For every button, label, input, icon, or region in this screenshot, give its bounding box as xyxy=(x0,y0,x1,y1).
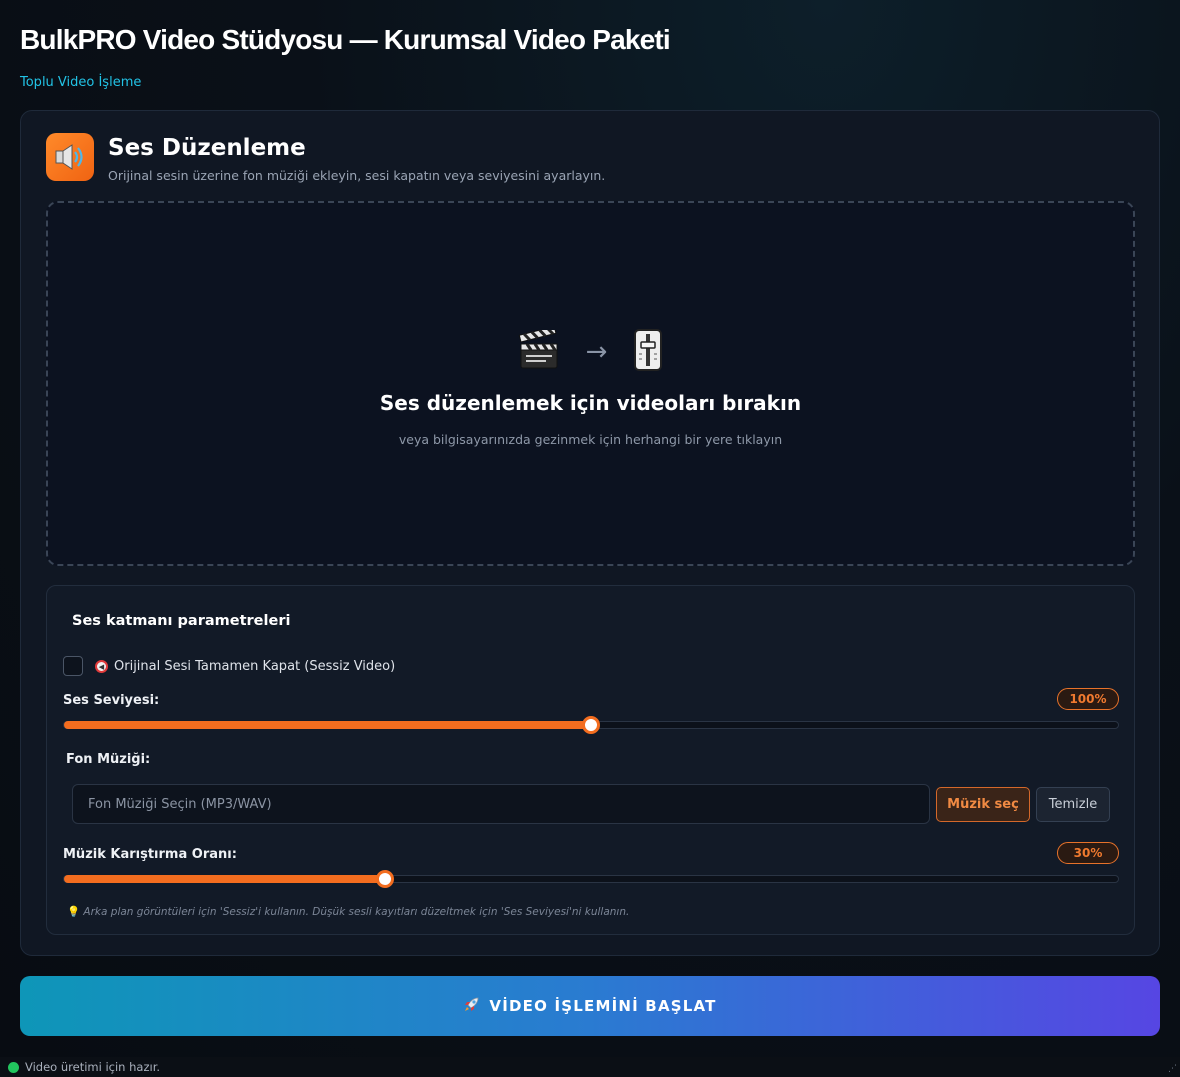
mute-icon: ◀ xyxy=(95,660,108,673)
volume-slider-fill xyxy=(64,721,591,729)
volume-slider[interactable] xyxy=(63,716,1119,734)
params-title: Ses katmanı parametreleri xyxy=(72,613,291,629)
mute-label[interactable]: ◀ Orijinal Sesi Tamamen Kapat (Sessiz Vi… xyxy=(95,659,395,674)
audio-edit-panel: Ses Düzenleme Orijinal sesin üzerine fon… xyxy=(20,110,1160,956)
video-dropzone[interactable]: → Ses düzenlemek için videoları bırakın … xyxy=(46,201,1135,566)
tip-text-content: Arka plan görüntüleri için 'Sessiz'i kul… xyxy=(83,906,630,918)
mute-checkbox[interactable] xyxy=(63,656,83,676)
section-description: Orijinal sesin üzerine fon müziği ekleyi… xyxy=(108,168,606,183)
dropzone-icons: → xyxy=(48,325,1133,376)
dropzone-title: Ses düzenlemek için videoları bırakın xyxy=(379,391,802,415)
clapperboard-icon xyxy=(518,325,560,374)
mix-ratio-slider-thumb[interactable] xyxy=(376,870,395,888)
music-file-input[interactable]: Fon Müziği Seçin (MP3/WAV) xyxy=(72,784,930,824)
section-title: Ses Düzenleme xyxy=(108,135,306,161)
status-indicator-icon xyxy=(8,1061,19,1073)
level-slider-icon xyxy=(633,328,663,376)
speaker-icon xyxy=(46,133,94,181)
tip-text: 💡 Arka plan görüntüleri için 'Sessiz'i k… xyxy=(67,905,629,918)
mute-label-text: Orijinal Sesi Tamamen Kapat (Sessiz Vide… xyxy=(114,659,396,674)
resize-grip-icon[interactable]: ⋰ xyxy=(1167,1064,1177,1074)
mix-ratio-slider-fill xyxy=(64,875,386,883)
music-file-placeholder: Fon Müziği Seçin (MP3/WAV) xyxy=(88,796,272,812)
rocket-icon xyxy=(463,995,481,1017)
arrow-icon: → xyxy=(585,337,608,367)
status-text: Video üretimi için hazır. xyxy=(25,1060,161,1074)
lightbulb-icon: 💡 xyxy=(67,906,81,918)
volume-label: Ses Seviyesi: xyxy=(63,693,160,708)
mix-ratio-value-badge: 30% xyxy=(1057,842,1119,864)
app-title: BulkPRO Video Stüdyosu — Kurumsal Video … xyxy=(20,24,671,55)
app-subtitle: Toplu Video İşleme xyxy=(20,75,142,90)
volume-slider-thumb[interactable] xyxy=(582,716,600,734)
select-music-button[interactable]: Müzik seç xyxy=(936,787,1030,822)
audio-params-card: Ses katmanı parametreleri ◀ Orijinal Ses… xyxy=(46,585,1135,935)
music-label: Fon Müziği: xyxy=(66,752,151,767)
start-processing-label: VİDEO İŞLEMİNİ BAŞLAT xyxy=(489,997,717,1015)
dropzone-hint: veya bilgisayarınızda gezinmek için herh… xyxy=(398,432,783,447)
mix-ratio-slider[interactable] xyxy=(63,870,1119,888)
clear-music-button[interactable]: Temizle xyxy=(1036,787,1110,822)
start-processing-button[interactable]: VİDEO İŞLEMİNİ BAŞLAT xyxy=(20,976,1160,1036)
volume-value-badge: 100% xyxy=(1057,688,1119,710)
status-bar: Video üretimi için hazır. ⋰ xyxy=(0,1057,1180,1077)
mix-ratio-label: Müzik Karıştırma Oranı: xyxy=(63,847,237,862)
